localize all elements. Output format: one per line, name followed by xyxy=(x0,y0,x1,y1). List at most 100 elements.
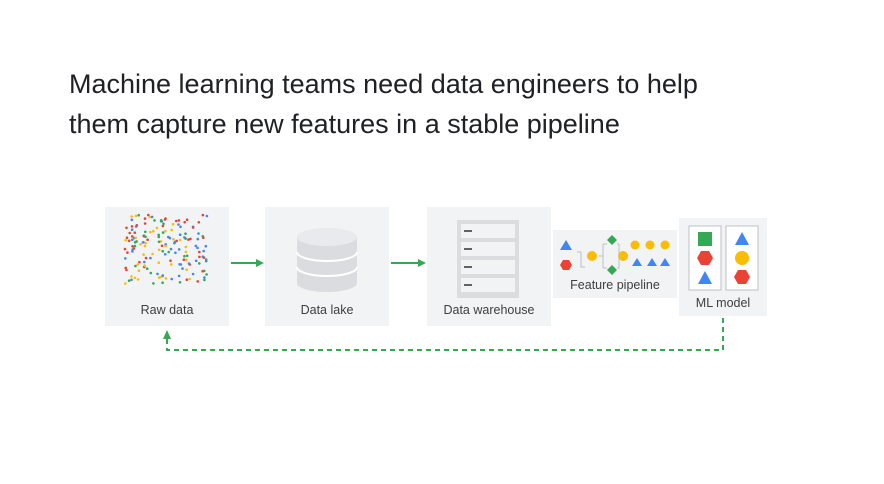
raw-data-dot xyxy=(152,282,155,285)
raw-data-dot xyxy=(161,224,165,228)
raw-data-dot xyxy=(202,269,206,273)
raw-data-dot xyxy=(148,215,152,219)
raw-data-dot xyxy=(133,231,137,234)
raw-data-dot xyxy=(157,261,161,264)
raw-data-dot xyxy=(194,259,198,263)
raw-data-dot xyxy=(143,260,146,264)
raw-data-dot xyxy=(134,236,137,240)
raw-data-dot xyxy=(143,264,146,267)
arrow-lake-to-warehouse xyxy=(391,259,426,267)
raw-data-dot xyxy=(201,235,205,238)
feature-pipeline-box: Feature pipeline xyxy=(553,230,677,298)
raw-data-dot xyxy=(125,236,129,239)
slide-title: Machine learning teams need data enginee… xyxy=(69,64,829,144)
raw-data-dot xyxy=(142,241,145,244)
raw-data-dot xyxy=(137,213,140,217)
raw-data-dot xyxy=(143,244,147,248)
raw-data-dot xyxy=(155,226,159,230)
raw-data-dot xyxy=(161,281,164,284)
raw-data-dot xyxy=(137,269,141,272)
raw-data-dot xyxy=(135,240,138,243)
raw-data-dot xyxy=(202,249,205,253)
raw-data-dot xyxy=(185,254,189,258)
data-warehouse-label: Data warehouse xyxy=(443,303,535,317)
raw-data-dot xyxy=(169,247,173,251)
raw-data-dot xyxy=(204,259,208,263)
raw-data-dot xyxy=(170,277,173,281)
raw-data-dot xyxy=(167,250,170,254)
raw-data-dot xyxy=(130,215,133,218)
data-lake-box: Data lake xyxy=(265,207,389,326)
raw-data-dot xyxy=(164,229,167,233)
raw-data-dot xyxy=(150,215,154,219)
raw-data-dot xyxy=(203,278,206,282)
raw-data-dot xyxy=(161,274,165,277)
raw-data-dot xyxy=(130,225,134,228)
raw-data-dot xyxy=(130,278,133,282)
raw-data-dot xyxy=(126,251,129,254)
raw-data-dot xyxy=(143,222,147,225)
raw-data-dot xyxy=(157,240,161,244)
raw-data-dot xyxy=(178,263,181,266)
raw-data-dot xyxy=(144,230,147,234)
raw-data-dot xyxy=(156,272,159,276)
raw-data-dot xyxy=(170,228,173,232)
raw-data-dot xyxy=(178,238,182,242)
raw-data-dot xyxy=(181,267,184,270)
raw-data-dot xyxy=(204,244,208,248)
raw-data-dot xyxy=(124,257,127,260)
raw-data-dot xyxy=(183,236,186,239)
raw-data-dot xyxy=(178,233,182,236)
raw-data-dot xyxy=(205,214,209,218)
raw-data-dot xyxy=(133,244,137,248)
raw-data-dot xyxy=(144,235,147,239)
raw-data-dot xyxy=(198,255,201,259)
raw-data-dot xyxy=(201,255,205,258)
raw-data-dot xyxy=(175,239,178,243)
raw-data-dot xyxy=(183,254,186,258)
raw-data-dot xyxy=(196,237,200,241)
arrow-raw-to-lake xyxy=(231,259,264,267)
raw-data-dot xyxy=(123,247,127,251)
raw-data-dot xyxy=(136,278,140,281)
raw-data-dot xyxy=(147,213,150,217)
raw-data-dot xyxy=(205,273,208,276)
raw-data-dot xyxy=(185,268,188,272)
raw-data-dot xyxy=(131,248,134,251)
raw-data-dot xyxy=(171,222,175,226)
raw-data-dot xyxy=(160,244,164,248)
raw-data-box: Raw data xyxy=(105,207,229,326)
raw-data-dot xyxy=(191,226,195,229)
raw-data-dot xyxy=(144,241,147,245)
raw-data-dot xyxy=(135,224,139,227)
raw-data-dot xyxy=(125,226,128,230)
raw-data-dot xyxy=(142,253,145,256)
raw-data-dot xyxy=(124,238,127,242)
raw-data-dot xyxy=(163,218,167,221)
raw-data-dot xyxy=(157,276,161,279)
raw-data-dot xyxy=(164,244,168,248)
raw-data-dot xyxy=(203,276,206,279)
feature-pipeline-label: Feature pipeline xyxy=(570,278,660,292)
raw-data-dot xyxy=(153,219,156,222)
raw-data-dot xyxy=(151,252,154,256)
data-lake-label: Data lake xyxy=(300,303,354,317)
raw-data-dot xyxy=(201,213,205,217)
raw-data-dot xyxy=(127,239,131,243)
raw-data-dot xyxy=(159,219,163,222)
raw-data-dot xyxy=(167,235,170,239)
ml-model-box: ML model xyxy=(679,218,767,316)
raw-data-dot xyxy=(143,217,147,220)
raw-data-dot xyxy=(178,281,182,284)
raw-data-dot xyxy=(136,263,139,266)
raw-data-dot xyxy=(174,251,177,255)
raw-data-dot xyxy=(163,253,167,256)
data-warehouse-box: Data warehouse xyxy=(427,207,551,326)
raw-data-dot xyxy=(152,229,155,233)
raw-data-dot xyxy=(146,238,149,241)
raw-data-dot xyxy=(169,259,172,262)
raw-data-dot xyxy=(149,271,153,275)
raw-data-dot xyxy=(125,268,128,272)
raw-data-dot xyxy=(161,231,165,234)
raw-data-dot xyxy=(134,214,138,218)
